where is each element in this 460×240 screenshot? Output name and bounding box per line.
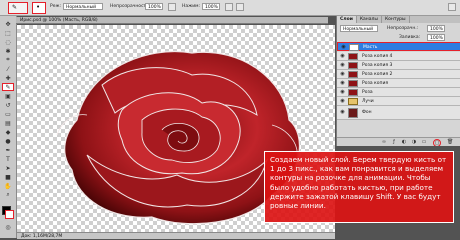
- layer-row[interactable]: ◉ Роза: [337, 88, 460, 97]
- visibility-eye-icon[interactable]: ◉: [339, 71, 346, 78]
- healing-tool-icon[interactable]: ✚: [2, 74, 14, 82]
- layer-name: Лучи: [362, 99, 374, 104]
- type-tool-icon[interactable]: T: [2, 155, 14, 163]
- layer-thumbnail: [348, 62, 358, 69]
- layer-opacity-label: Непрозрачн.:: [387, 26, 419, 31]
- layer-thumbnail: [348, 80, 358, 87]
- new-group-icon[interactable]: ▭: [421, 139, 427, 145]
- layer-row[interactable]: ◉ Роза копия 2: [337, 70, 460, 79]
- layer-opacity-input[interactable]: 100%: [427, 25, 445, 32]
- layer-row[interactable]: ◉ Роза копия: [337, 79, 460, 88]
- stamp-tool-icon[interactable]: ▣: [2, 92, 14, 100]
- blur-tool-icon[interactable]: ◆: [2, 128, 14, 136]
- visibility-eye-icon[interactable]: ◉: [339, 80, 346, 87]
- quick-select-tool-icon[interactable]: ✱: [2, 47, 14, 55]
- visibility-eye-icon[interactable]: ◉: [339, 53, 346, 60]
- layer-name: Роза копия 2: [362, 72, 393, 77]
- tab-paths[interactable]: Контуры: [381, 16, 410, 23]
- move-tool-icon[interactable]: ✥: [2, 20, 14, 28]
- layer-name: Роза копия: [362, 81, 389, 86]
- visibility-eye-icon[interactable]: ◉: [339, 98, 346, 105]
- layer-name: Роза: [362, 90, 373, 95]
- pressure-size-icon[interactable]: [236, 3, 244, 11]
- brush-tip-icon: •: [36, 3, 41, 11]
- tab-channels[interactable]: Каналы: [356, 16, 382, 23]
- link-layers-icon[interactable]: ∞: [381, 139, 387, 145]
- layer-mask-icon[interactable]: ◐: [401, 139, 407, 145]
- foreground-color-swatch[interactable]: [5, 210, 14, 219]
- brush-tool-icon[interactable]: ✎: [2, 83, 14, 91]
- tool-preset-picker[interactable]: ✎: [8, 2, 28, 14]
- visibility-eye-icon[interactable]: ◉: [340, 44, 347, 51]
- quick-mask-icon[interactable]: ◎: [2, 223, 14, 231]
- toolbox: ✥ ⬚ ◌ ✱ ⌗ ⁄ ✚ ✎ ▣ ↺ ▭ ▤ ◆ ● ✒ T ➤ ■ ✋ ⌕ …: [0, 16, 17, 238]
- layer-thumbnail: [348, 71, 358, 78]
- mode-label: Реж:: [50, 4, 62, 9]
- folder-icon: [348, 98, 358, 105]
- crop-tool-icon[interactable]: ⌗: [2, 56, 14, 64]
- shape-tool-icon[interactable]: ■: [2, 173, 14, 181]
- eyedropper-tool-icon[interactable]: ⁄: [2, 65, 14, 73]
- layer-row[interactable]: ◉ Лучи: [337, 97, 460, 106]
- flow-label: Нажим:: [182, 4, 201, 9]
- layer-row[interactable]: ◉ Фон: [337, 106, 460, 120]
- pen-tool-icon[interactable]: ✒: [2, 146, 14, 154]
- layer-thumbnail: [348, 53, 358, 60]
- layer-style-icon[interactable]: ƒ: [391, 139, 397, 145]
- zoom-tool-icon[interactable]: ⌕: [2, 191, 14, 199]
- flow-input[interactable]: 100%: [202, 3, 220, 10]
- options-bar: ✎ • Реж: Нормальный Непрозрачность: 100%…: [0, 0, 460, 16]
- layers-panel: Слои Каналы Контуры Нормальный Непрозрач…: [336, 16, 460, 147]
- layer-row[interactable]: ◉ Масть: [337, 42, 460, 51]
- marquee-tool-icon[interactable]: ⬚: [2, 29, 14, 37]
- pressure-opacity-icon[interactable]: [168, 3, 176, 11]
- opacity-input[interactable]: 100%: [145, 3, 163, 10]
- status-bar: Док: 1,16M/28,7M: [17, 232, 335, 239]
- layer-thumbnail: [349, 44, 359, 51]
- layers-panel-footer: ∞ ƒ ◐ ◑ ▭ ▢ 🗑: [337, 137, 460, 147]
- hand-tool-icon[interactable]: ✋: [2, 182, 14, 190]
- mode-select[interactable]: Нормальный: [63, 3, 103, 10]
- path-select-tool-icon[interactable]: ➤: [2, 164, 14, 172]
- lasso-tool-icon[interactable]: ◌: [2, 38, 14, 46]
- layer-thumbnail: [348, 89, 358, 96]
- visibility-eye-icon[interactable]: ◉: [339, 109, 346, 116]
- airbrush-icon[interactable]: [225, 3, 233, 11]
- document-tab[interactable]: Ирис.psd @ 100% (Масть, RGB/8): [16, 17, 328, 24]
- visibility-eye-icon[interactable]: ◉: [339, 89, 346, 96]
- gradient-tool-icon[interactable]: ▤: [2, 119, 14, 127]
- layer-row[interactable]: ◉ Роза копия 3: [337, 61, 460, 70]
- layer-name: Роза копия 4: [362, 54, 393, 59]
- history-brush-tool-icon[interactable]: ↺: [2, 101, 14, 109]
- tab-layers[interactable]: Слои: [337, 16, 357, 23]
- panel-toggle-icon[interactable]: [448, 3, 456, 11]
- layer-name: Масть: [363, 45, 378, 50]
- eraser-tool-icon[interactable]: ▭: [2, 110, 14, 118]
- adjustment-layer-icon[interactable]: ◑: [411, 139, 417, 145]
- brush-icon: ✎: [12, 4, 18, 11]
- tutorial-caption: Создаем новый слой. Берем твердую кисть …: [264, 151, 454, 223]
- layer-name: Роза копия 3: [362, 63, 393, 68]
- layer-row[interactable]: ◉ Роза копия 4: [337, 52, 460, 61]
- blend-mode-select[interactable]: Нормальный: [340, 25, 378, 32]
- trash-icon[interactable]: 🗑: [447, 139, 453, 145]
- dodge-tool-icon[interactable]: ●: [2, 137, 14, 145]
- layer-name: Фон: [362, 110, 372, 115]
- fill-input[interactable]: 100%: [427, 34, 445, 41]
- visibility-eye-icon[interactable]: ◉: [339, 62, 346, 69]
- brush-size-picker[interactable]: •: [32, 2, 46, 14]
- fill-label: Заливка:: [399, 35, 421, 40]
- layer-thumbnail: [348, 108, 358, 118]
- panel-tabs: Слои Каналы Контуры: [337, 16, 460, 23]
